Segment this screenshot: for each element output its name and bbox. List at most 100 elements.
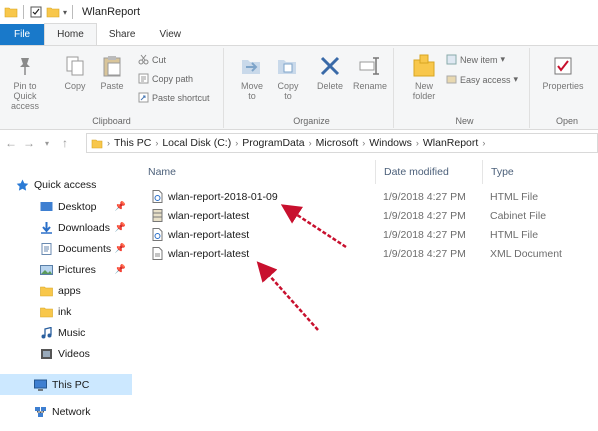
pin-icon[interactable]: 📌	[115, 243, 126, 254]
file-row[interactable]: wlan-report-latest 1/9/2018 4:27 PM Cabi…	[140, 207, 598, 225]
file-row[interactable]: wlan-report-2018-01-09 1/9/2018 4:27 PM …	[140, 188, 598, 206]
folder-icon	[40, 307, 53, 317]
nav-item-network[interactable]: Network	[0, 401, 132, 422]
column-header-type[interactable]: Type	[483, 160, 598, 184]
copy-to-icon	[278, 60, 296, 74]
breadcrumb-separator[interactable]: ›	[235, 138, 238, 148]
nav-item-quick-access[interactable]: Quick access	[0, 174, 132, 195]
nav-item-downloads[interactable]: Downloads 📌	[0, 217, 132, 238]
pictures-icon	[40, 264, 53, 275]
open-group: Properties Open	[536, 48, 598, 128]
new-folder-quick-icon[interactable]	[46, 6, 60, 18]
breadcrumb-separator[interactable]: ›	[362, 138, 365, 148]
easy-access-button[interactable]: Easy access ▾	[446, 74, 518, 85]
folder-icon	[91, 139, 103, 148]
file-list: Name Date modified Type wlan-report-2018…	[140, 160, 598, 431]
easy-access-icon	[446, 75, 457, 84]
nav-item-pictures[interactable]: Pictures 📌	[0, 259, 132, 280]
nav-item-documents[interactable]: Documents 📌	[0, 238, 132, 259]
pin-icon[interactable]: 📌	[115, 222, 126, 233]
new-item-button[interactable]: New item ▾	[446, 54, 505, 65]
column-header-date[interactable]: Date modified	[376, 160, 483, 184]
html-file-icon	[152, 228, 163, 241]
rename-icon	[359, 57, 379, 75]
copy-path-icon	[138, 73, 149, 84]
breadcrumb-separator[interactable]: ›	[155, 138, 158, 148]
breadcrumb-this-pc[interactable]: This PC	[114, 137, 151, 149]
new-group: New folder New item ▾ Easy access ▾ New	[400, 48, 530, 128]
title-bar: ▾ WlanReport	[0, 0, 598, 24]
file-row[interactable]: wlan-report-latest 1/9/2018 4:27 PM HTML…	[140, 226, 598, 244]
organize-group-label: Organize	[293, 116, 330, 126]
nav-item-ink[interactable]: ink	[0, 301, 132, 322]
documents-icon	[41, 242, 52, 255]
divider	[72, 5, 74, 19]
folder-icon	[4, 7, 18, 18]
ribbon: Pin to Quick access Copy Paste Cut Copy …	[0, 46, 598, 130]
ribbon-tabs: File Home Share View	[0, 23, 598, 46]
paste-shortcut-icon	[138, 92, 149, 103]
tab-share[interactable]: Share	[97, 24, 148, 45]
new-group-label: New	[455, 116, 474, 126]
downloads-icon	[41, 221, 52, 234]
paste-button[interactable]: Paste	[96, 54, 128, 91]
forward-button[interactable]: →	[22, 135, 36, 151]
address-bar[interactable]: › This PC › Local Disk (C:) › ProgramDat…	[86, 133, 598, 153]
cabinet-file-icon	[152, 209, 163, 222]
organize-group: Move to Copy to Delete Rename Organize	[230, 48, 394, 128]
xml-file-icon	[152, 247, 163, 260]
breadcrumb-microsoft[interactable]: Microsoft	[316, 137, 359, 149]
breadcrumb-separator: ›	[107, 138, 110, 148]
tab-view[interactable]: View	[148, 24, 194, 45]
nav-item-apps[interactable]: apps	[0, 280, 132, 301]
cut-button[interactable]: Cut	[138, 54, 166, 65]
move-to-icon	[242, 60, 260, 74]
file-row[interactable]: wlan-report-latest 1/9/2018 4:27 PM XML …	[140, 245, 598, 263]
delete-button[interactable]: Delete	[312, 54, 348, 91]
address-row: ← → ▾ ↑ › This PC › Local Disk (C:) › Pr…	[0, 132, 598, 154]
properties-icon	[554, 57, 572, 75]
music-icon	[41, 326, 52, 338]
window-title: WlanReport	[82, 6, 141, 18]
new-folder-button[interactable]: New folder	[404, 54, 444, 101]
html-file-icon	[152, 190, 163, 203]
pin-icon[interactable]: 📌	[115, 264, 126, 275]
nav-item-music[interactable]: Music	[0, 322, 132, 343]
nav-item-videos[interactable]: Videos	[0, 343, 132, 364]
breadcrumb-local-disk[interactable]: Local Disk (C:)	[162, 137, 231, 149]
breadcrumb-windows[interactable]: Windows	[369, 137, 412, 149]
clipboard-group-label: Clipboard	[92, 116, 131, 126]
tab-home[interactable]: Home	[44, 23, 97, 45]
column-header-name[interactable]: Name	[140, 160, 376, 184]
desktop-icon	[40, 201, 53, 211]
breadcrumb-separator[interactable]: ›	[416, 138, 419, 148]
pin-icon[interactable]: 📌	[115, 201, 126, 212]
star-icon	[16, 179, 29, 191]
nav-item-desktop[interactable]: Desktop 📌	[0, 196, 132, 217]
delete-x-icon	[320, 56, 340, 76]
paste-shortcut-button[interactable]: Paste shortcut	[138, 92, 210, 103]
clipboard-group: Pin to Quick access Copy Paste Cut Copy …	[0, 48, 224, 128]
copy-button[interactable]: Copy	[60, 54, 90, 91]
breadcrumb-separator[interactable]: ›	[482, 138, 485, 148]
properties-checkbox-icon[interactable]	[29, 6, 43, 18]
network-icon	[35, 406, 46, 417]
pin-to-quick-access-button[interactable]: Pin to Quick access	[2, 54, 48, 111]
breadcrumb-programdata[interactable]: ProgramData	[242, 137, 304, 149]
nav-item-this-pc[interactable]: This PC	[0, 374, 132, 395]
tab-file[interactable]: File	[0, 24, 45, 45]
this-pc-icon	[34, 379, 47, 391]
recent-locations-button[interactable]: ▾	[40, 135, 54, 151]
quick-access-dropdown-icon[interactable]: ▾	[63, 8, 67, 17]
properties-button[interactable]: Properties	[538, 54, 588, 91]
scissors-icon	[138, 54, 149, 65]
rename-button[interactable]: Rename	[350, 54, 390, 91]
move-to-button[interactable]: Move to	[236, 54, 268, 101]
breadcrumb-wlanreport[interactable]: WlanReport	[423, 137, 478, 149]
pin-icon	[20, 58, 30, 75]
copy-to-button[interactable]: Copy to	[272, 54, 304, 101]
up-button[interactable]: ↑	[58, 135, 72, 151]
breadcrumb-separator[interactable]: ›	[309, 138, 312, 148]
back-button[interactable]: ←	[4, 135, 18, 151]
copy-path-button[interactable]: Copy path	[138, 73, 193, 84]
